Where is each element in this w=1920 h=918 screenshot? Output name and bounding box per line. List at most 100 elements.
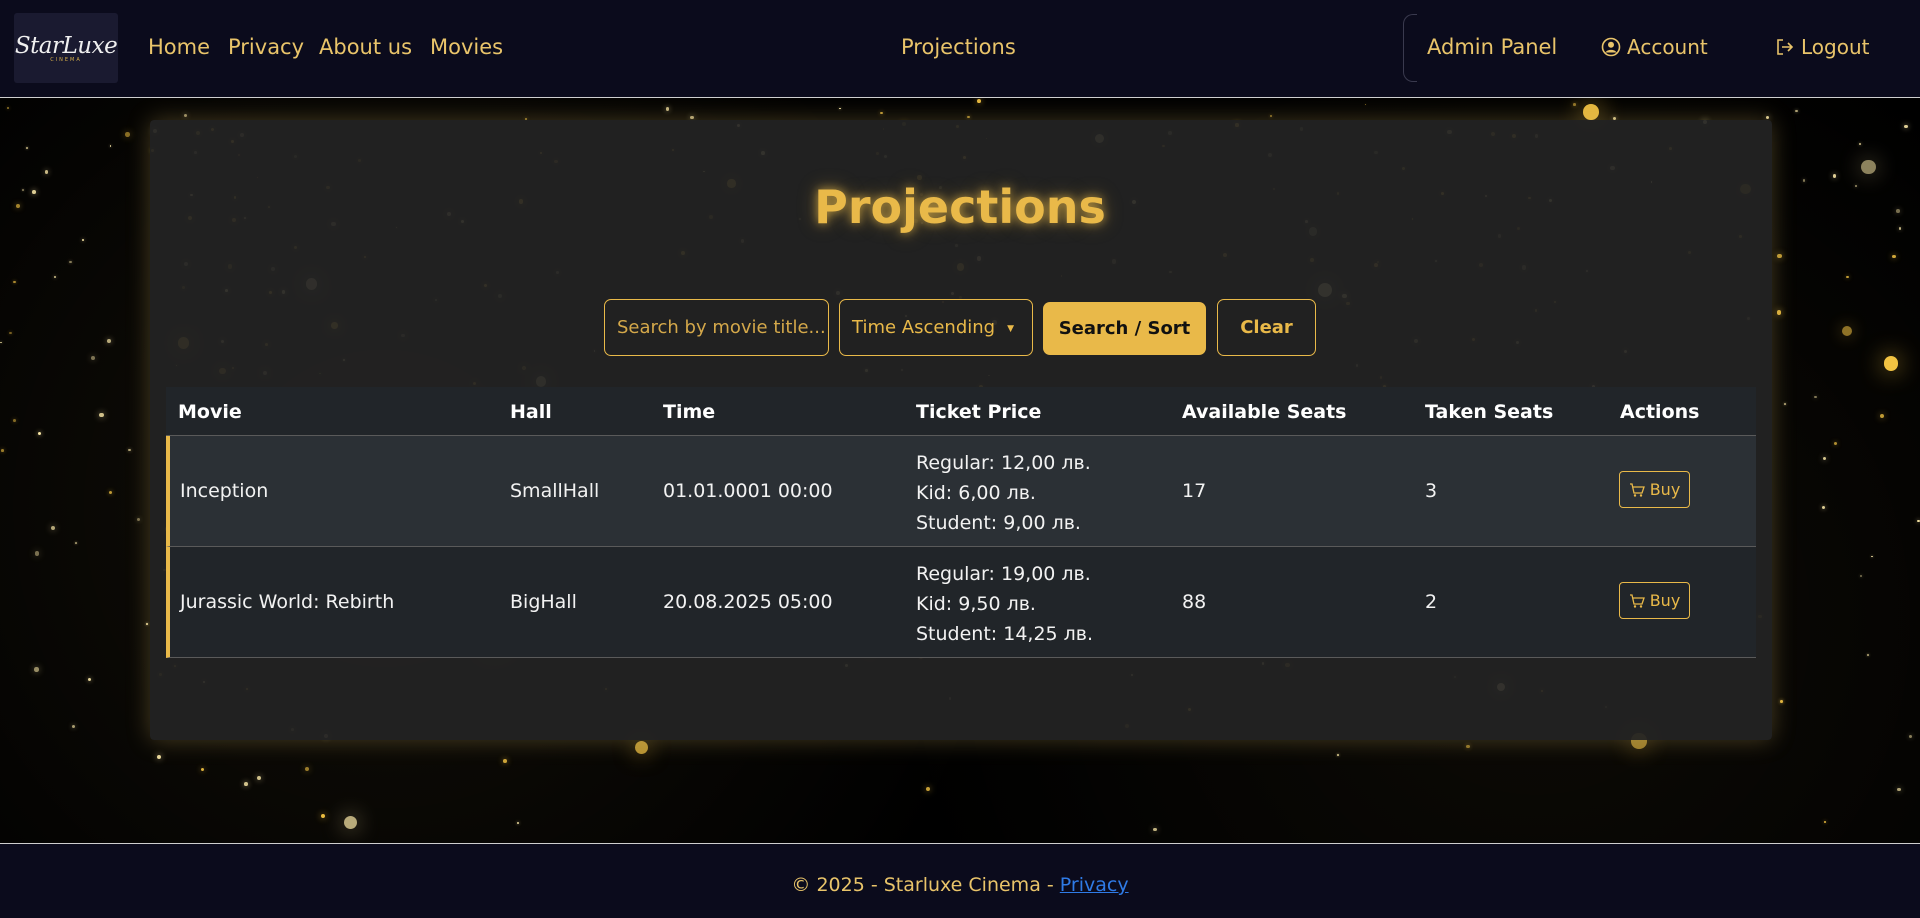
sparkle-dot <box>13 281 16 284</box>
search-input[interactable] <box>604 299 829 356</box>
sort-select[interactable]: Time Ascending ▼ <box>839 299 1033 356</box>
sparkle-dot <box>1859 575 1862 578</box>
header-ticket-price: Ticket Price <box>916 401 1042 423</box>
nav-admin-panel[interactable]: Admin Panel <box>1427 35 1557 59</box>
sparkle-dot <box>1908 734 1912 738</box>
header-hall: Hall <box>510 401 552 423</box>
header-actions: Actions <box>1620 401 1700 423</box>
cell-hall: BigHall <box>510 591 577 613</box>
sparkle-dot <box>136 518 140 522</box>
header-available-seats: Available Seats <box>1182 401 1347 423</box>
sparkle-dot <box>1842 326 1853 337</box>
footer-privacy-link[interactable]: Privacy <box>1060 874 1129 896</box>
footer-text: © 2025 - Starluxe Cinema - <box>791 874 1054 896</box>
sparkle-dot <box>200 767 205 772</box>
sparkle-dot <box>1337 754 1339 756</box>
sparkle-dot <box>967 115 970 119</box>
caret-down-icon: ▼ <box>1007 324 1014 334</box>
price-regular: Regular: 12,00 лв. <box>916 452 1091 474</box>
nav-account[interactable]: Account <box>1601 35 1708 59</box>
cell-available-seats: 88 <box>1182 591 1207 613</box>
nav-projections[interactable]: Projections <box>901 35 1016 59</box>
sparkle-dot <box>81 238 85 241</box>
sparkle-dot <box>1 448 4 452</box>
buy-button[interactable]: Buy <box>1619 582 1690 619</box>
account-icon <box>1601 37 1621 57</box>
nav-home[interactable]: Home <box>148 35 210 59</box>
price-student: Student: 9,00 лв. <box>916 512 1081 534</box>
price-kid: Kid: 6,00 лв. <box>916 482 1036 504</box>
sparkle-dot <box>1814 395 1817 399</box>
sparkle-dot <box>1832 173 1837 178</box>
cell-movie: Inception <box>180 480 269 502</box>
nav-privacy[interactable]: Privacy <box>228 35 304 59</box>
header-movie: Movie <box>178 401 242 423</box>
sparkle-dot <box>183 113 187 117</box>
sparkle-dot <box>1765 115 1770 120</box>
page-title: Projections <box>814 180 1106 234</box>
sparkle-dot <box>1364 103 1367 106</box>
sparkle-dot <box>72 725 76 729</box>
buy-button[interactable]: Buy <box>1619 471 1690 508</box>
sparkle-dot <box>1466 744 1470 748</box>
nav-about-us[interactable]: About us <box>319 35 412 59</box>
cell-ticket-price: Regular: 19,00 лв. Kid: 9,50 лв. Student… <box>916 559 1093 649</box>
sparkle-dot <box>1784 403 1786 405</box>
buy-label: Buy <box>1649 591 1681 610</box>
logout-label: Logout <box>1801 35 1870 59</box>
sparkle-dot <box>880 111 883 115</box>
sparkle-dot <box>1846 275 1849 279</box>
sparkle-dot <box>106 339 111 343</box>
cell-available-seats: 17 <box>1182 480 1207 502</box>
search-sort-button[interactable]: Search / Sort <box>1043 302 1206 355</box>
sparkle-dot <box>157 754 162 759</box>
sparkle-dot <box>634 740 649 755</box>
sparkle-dot <box>88 677 92 681</box>
sparkle-dot <box>838 107 841 110</box>
sparkle-dot <box>109 145 112 147</box>
sparkle-dot <box>9 332 12 335</box>
sparkle-dot <box>1822 456 1827 461</box>
cart-icon <box>1629 593 1645 608</box>
sparkle-dot <box>690 115 694 120</box>
header-taken-seats: Taken Seats <box>1425 401 1554 423</box>
sparkle-dot <box>146 622 148 625</box>
logout-icon <box>1777 39 1794 55</box>
sparkle-dot <box>1833 441 1837 445</box>
brand-logo[interactable]: StarLuxe CINEMA <box>14 13 118 83</box>
sparkle-dot <box>74 542 77 544</box>
admin-separator <box>1403 14 1417 82</box>
sparkle-dot <box>1776 310 1782 315</box>
sparkle-dot <box>1777 253 1782 259</box>
sparkle-dot <box>37 431 41 435</box>
sparkle-dot <box>7 106 10 110</box>
sparkle-dot <box>1879 414 1884 419</box>
sparkle-dot <box>977 98 982 103</box>
sparkle-dot <box>44 170 49 174</box>
clear-button[interactable]: Clear <box>1217 299 1316 356</box>
sparkle-dot <box>304 766 310 772</box>
sparkle-dot <box>665 107 670 111</box>
sparkle-dot <box>1583 104 1600 120</box>
sparkle-dot <box>109 490 113 494</box>
sparkle-dot <box>256 776 261 781</box>
sparkle-dot <box>1897 787 1901 792</box>
sparkle-dot <box>1916 519 1920 523</box>
projections-table: Movie Hall Time Ticket Price Available S… <box>166 387 1756 658</box>
sparkle-dot <box>99 412 104 418</box>
sparkle-dot <box>1867 654 1869 656</box>
account-label: Account <box>1627 35 1708 59</box>
logo-subtext: CINEMA <box>50 57 82 63</box>
sparkle-dot <box>69 260 72 264</box>
sparkle-dot <box>516 822 519 825</box>
price-regular: Regular: 19,00 лв. <box>916 563 1091 585</box>
sparkle-dot <box>1904 124 1908 128</box>
sparkle-dot <box>125 132 130 137</box>
cell-movie: Jurassic World: Rebirth <box>180 591 395 613</box>
nav-movies[interactable]: Movies <box>430 35 503 59</box>
sparkle-dot <box>925 786 930 791</box>
sparkle-dot <box>50 525 56 531</box>
nav-logout[interactable]: Logout <box>1775 35 1869 59</box>
cell-taken-seats: 3 <box>1425 480 1438 502</box>
sparkle-dot <box>25 147 28 149</box>
